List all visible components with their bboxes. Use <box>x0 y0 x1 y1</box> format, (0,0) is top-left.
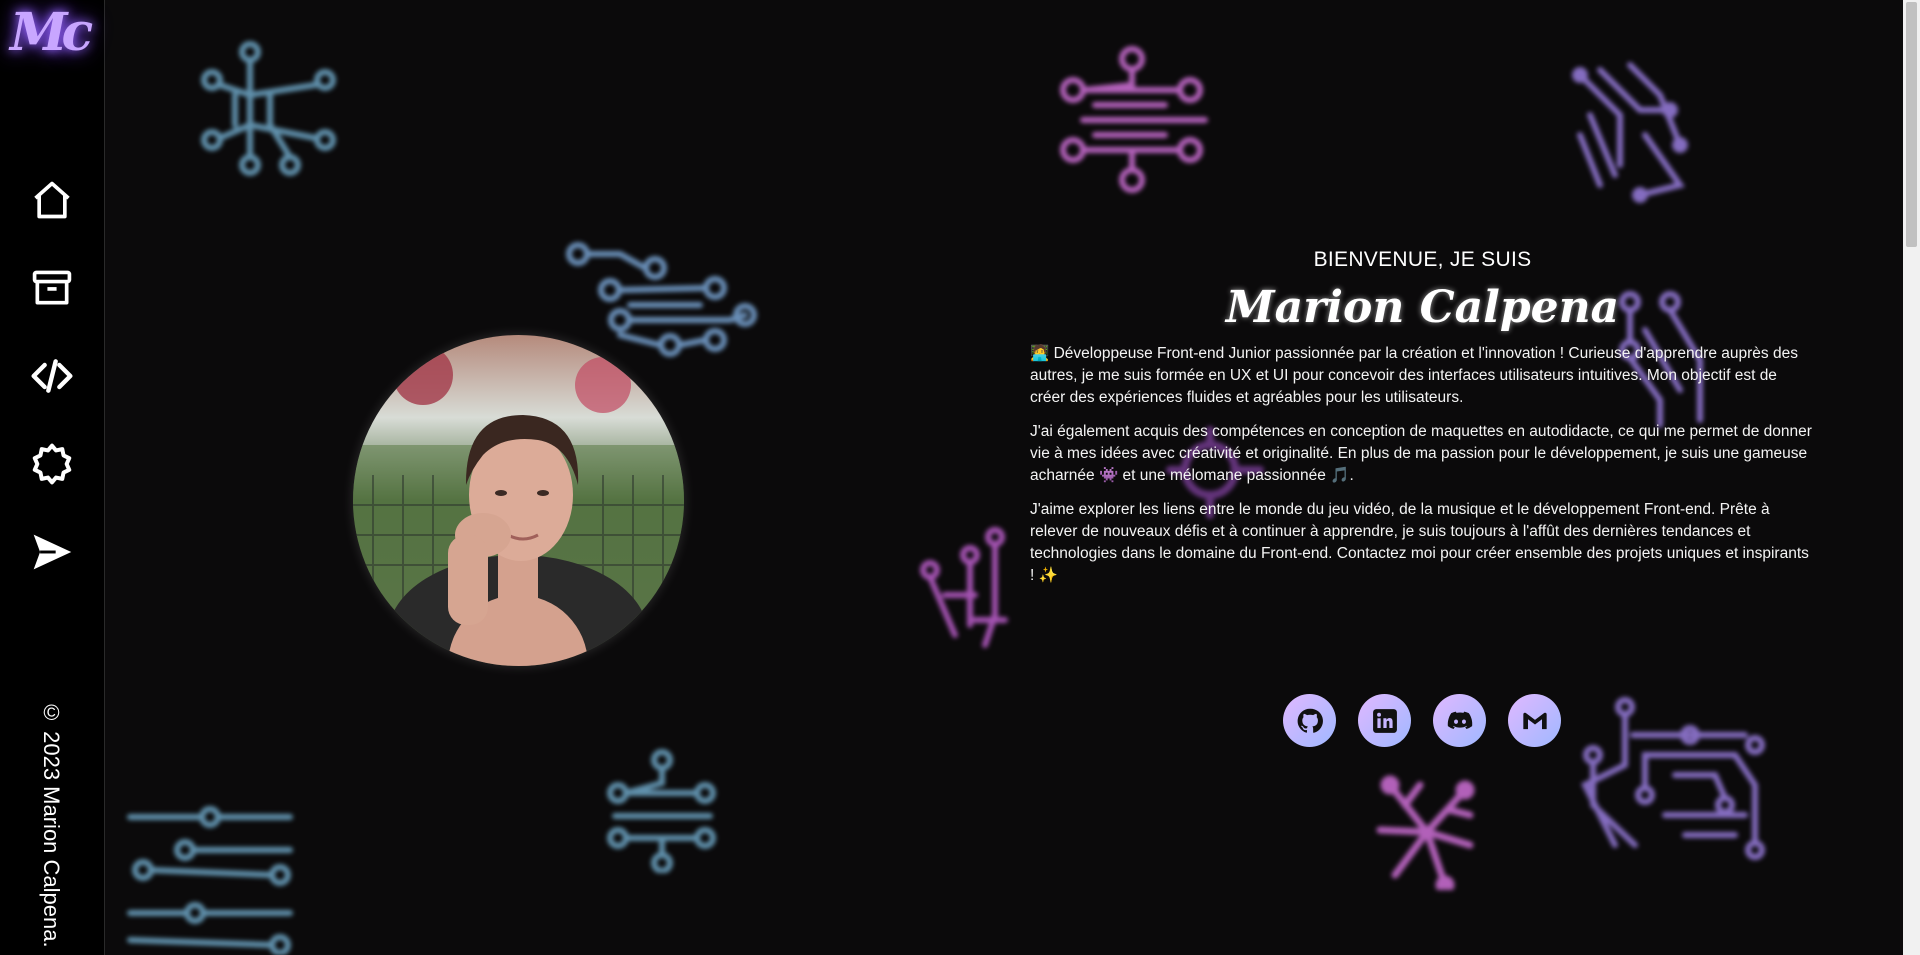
gmail-link[interactable] <box>1508 694 1561 747</box>
github-link[interactable] <box>1283 694 1336 747</box>
scrollbar-thumb[interactable] <box>1906 2 1917 247</box>
sidebar: Mc © 2023 Marion Calpena. <box>0 0 105 955</box>
circuit-decoration <box>920 527 1008 648</box>
bio-paragraph: J'ai également acquis des compétences en… <box>1030 423 1812 484</box>
discord-link[interactable] <box>1433 694 1486 747</box>
linkedin-link[interactable] <box>1358 694 1411 747</box>
profile-photo <box>353 335 684 666</box>
discord-icon <box>1447 711 1472 729</box>
circuit-decoration <box>1376 775 1475 890</box>
bio-paragraph: 🧑‍💻 Développeuse Front-end Junior passio… <box>1030 345 1798 406</box>
sidebar-item-settings[interactable] <box>26 438 78 490</box>
sidebar-item-skills[interactable] <box>26 350 78 402</box>
scrollbar[interactable] <box>1903 0 1920 955</box>
gmail-icon <box>1522 712 1547 729</box>
circuit-decoration <box>127 806 293 955</box>
social-links <box>1283 694 1561 747</box>
send-icon <box>33 534 72 570</box>
circuit-decoration <box>201 41 336 176</box>
bio: 🧑‍💻 Développeuse Front-end Junior passio… <box>1030 343 1815 587</box>
sidebar-item-contact[interactable] <box>26 526 78 578</box>
home-icon <box>34 181 70 219</box>
site-logo[interactable]: Mc <box>10 2 96 64</box>
sidebar-item-home[interactable] <box>26 174 78 226</box>
circuit-decoration <box>1580 697 1765 860</box>
gear-icon <box>32 443 72 485</box>
code-icon <box>31 359 73 393</box>
github-icon <box>1297 708 1323 733</box>
circuit-decoration <box>1060 46 1208 193</box>
intro-section: BIENVENUE, JE SUIS Marion Calpena 🧑‍💻 Dé… <box>1030 248 1815 587</box>
sidebar-item-projects[interactable] <box>26 262 78 314</box>
archive-icon <box>32 270 72 305</box>
copyright-text: © 2023 Marion Calpena. <box>39 700 64 948</box>
welcome-heading: BIENVENUE, JE SUIS <box>1313 248 1532 271</box>
circuit-decoration <box>1572 62 1688 203</box>
circuit-decoration <box>566 242 757 357</box>
page-title: Marion Calpena <box>1225 282 1620 333</box>
linkedin-icon <box>1372 708 1397 733</box>
bio-paragraph: J'aime explorer les liens entre le monde… <box>1030 501 1809 584</box>
circuit-decoration <box>607 749 716 873</box>
